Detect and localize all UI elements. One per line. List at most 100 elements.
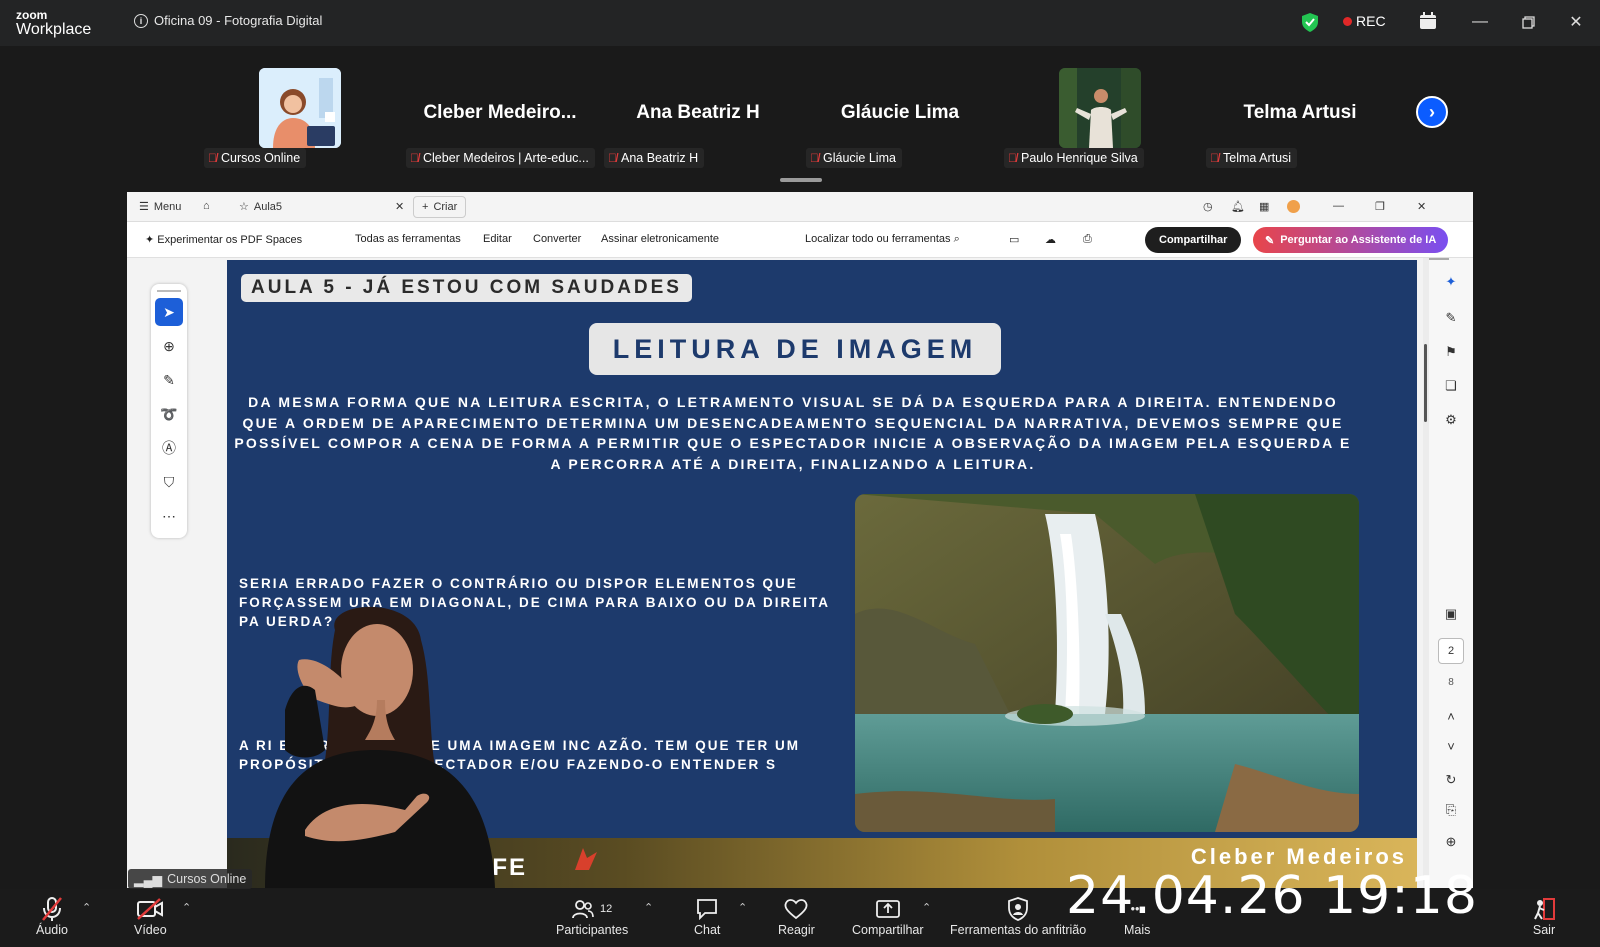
react-button[interactable]: Reagir (778, 895, 815, 937)
encryption-shield-icon[interactable] (1302, 13, 1318, 37)
try-pdf-spaces-button[interactable]: ✦ Experimentar os PDF Spaces (145, 233, 302, 246)
pages-icon[interactable]: ❏ (1439, 374, 1463, 398)
video-options-caret-icon[interactable]: ⌃ (182, 901, 191, 914)
bell-icon[interactable]: 🔔︎ (1231, 200, 1245, 213)
select-cursor-icon[interactable]: ➤ (155, 298, 183, 326)
ask-ai-button[interactable]: ✎ Perguntar ao Assistente de IA (1253, 227, 1449, 253)
search-icon: ⌕ (953, 233, 960, 245)
video-off-icon (136, 895, 164, 923)
close-tab-icon[interactable]: ✕ (395, 200, 404, 213)
gallery-resize-handle[interactable] (780, 178, 822, 182)
audio-label: Áudio (36, 923, 68, 937)
share-screen-button[interactable]: Compartilhar (852, 895, 924, 937)
participants-label: Participantes (556, 923, 629, 937)
draw-lasso-icon[interactable]: ➰ (155, 400, 183, 428)
title-bar: zoom Workplace i Oficina 09 - Fotografia… (0, 0, 1600, 46)
attach-icon[interactable]: ⚙ (1439, 408, 1463, 432)
participant-tile[interactable]: Ana Beatriz H 🎙̸ Ana Beatriz H (600, 68, 796, 168)
share-owner-name: Cursos Online (167, 872, 247, 886)
new-tab-button[interactable]: + Criar (413, 196, 467, 218)
calendar-icon[interactable] (1419, 12, 1437, 30)
page-number-field[interactable]: 2 (1438, 638, 1464, 664)
cloud-upload-icon[interactable]: ☁ (1045, 233, 1056, 246)
participants-options-caret-icon[interactable]: ⌃ (644, 901, 653, 914)
search-input[interactable]: Localizar todo ou ferramentas (805, 233, 951, 245)
participants-count: 12 (600, 903, 613, 915)
tool-esign[interactable]: Assinar eletronicamente (601, 233, 719, 245)
close-icon[interactable]: ✕ (1564, 10, 1588, 34)
participant-name: Ana Beatriz H (621, 151, 699, 165)
lesson-tag: AULA 5 - JÁ ESTOU COM SAUDADES (241, 274, 692, 302)
pdf-toolbar: ✦ Experimentar os PDF Spaces Todas as fe… (127, 222, 1473, 258)
video-label: Vídeo (134, 923, 167, 937)
chat-options-caret-icon[interactable]: ⌃ (738, 901, 747, 914)
participant-label: 🎙̸ Ana Beatriz H (604, 148, 705, 168)
tool-convert[interactable]: Converter (533, 233, 581, 245)
save-copy-icon[interactable]: ⎘ (1439, 798, 1463, 822)
slide-paragraph: DA MESMA FORMA QUE NA LEITURA ESCRITA, O… (234, 394, 1352, 472)
screen-share-owner-label: ▂▄▆ Cursos Online (128, 869, 253, 889)
leave-label: Sair (1532, 923, 1556, 937)
next-page-button[interactable]: › (1416, 96, 1448, 128)
participant-tile[interactable]: Telma Artusi 🎙̸ Telma Artusi (1202, 68, 1398, 168)
recording-indicator[interactable]: REC (1343, 13, 1386, 29)
leave-door-icon (1532, 895, 1556, 923)
user-avatar[interactable] (1287, 200, 1300, 213)
info-icon[interactable]: i (134, 13, 148, 28)
print-icon[interactable]: ⎙ (1083, 233, 1092, 246)
zoom-comment-icon[interactable]: ⊕ (155, 332, 183, 360)
page-up-icon[interactable]: ˄ (1439, 704, 1463, 728)
home-icon[interactable]: ⌂ (203, 200, 210, 212)
participant-tile[interactable]: Cleber Medeiro... 🎙̸ Cleber Medeiros | A… (402, 68, 598, 168)
more-tools-icon[interactable]: ⋯ (155, 502, 183, 530)
bookmark-icon[interactable]: ⚑ (1439, 340, 1463, 364)
participant-tile[interactable]: Gláucie Lima 🎙̸ Gláucie Lima (802, 68, 998, 168)
pdf-menu-button[interactable]: ☰ Menu (139, 200, 181, 214)
zoom-in-icon[interactable]: ⊕ (1439, 830, 1463, 854)
participant-name: Paulo Henrique Silva (1021, 151, 1138, 165)
clock-icon[interactable]: ◷ (1203, 200, 1213, 213)
audio-options-caret-icon[interactable]: ⌃ (82, 901, 91, 914)
chat-bubble-icon (695, 895, 719, 923)
page-thumb-icon[interactable]: ▣ (1439, 602, 1463, 626)
comment-icon[interactable]: ✎ (1439, 306, 1463, 330)
text-box-icon[interactable]: Ⓐ (155, 434, 183, 462)
leave-button[interactable]: Sair (1532, 895, 1556, 937)
stamp-icon[interactable]: ⛉ (155, 468, 183, 496)
meeting-info[interactable]: i Oficina 09 - Fotografia Digital (134, 13, 322, 28)
restore-icon[interactable] (1516, 10, 1540, 34)
audio-button[interactable]: Áudio (36, 895, 68, 937)
pdf-right-sidebar: ✦ ✎ ⚑ ❏ ⚙ ▣ 2 8 ˄ ˅ ↻ ⎘ ⊕ (1429, 258, 1473, 888)
pdf-close-icon[interactable]: ✕ (1417, 200, 1426, 213)
participant-tile[interactable]: 🎙̸ Cursos Online (202, 68, 398, 168)
participants-button[interactable]: 12 Participantes (556, 895, 628, 937)
rec-label: REC (1356, 13, 1386, 29)
pdf-restore-icon[interactable]: ❐ (1375, 200, 1385, 213)
heart-icon (783, 895, 809, 923)
page-down-icon[interactable]: ˅ (1439, 734, 1463, 758)
ai-assistant-icon[interactable]: ✦ (1439, 270, 1463, 294)
tools-drag-handle[interactable] (157, 290, 181, 292)
chat-button[interactable]: Chat (694, 895, 720, 937)
pdf-search[interactable]: Localizar todo ou ferramentas ⌕ (805, 233, 960, 246)
pdf-minimize-icon[interactable]: — (1333, 200, 1344, 212)
minimize-icon[interactable]: — (1468, 10, 1492, 34)
pdf-app-tabbar: ☰ Menu ⌂ ☆ Aula5 ✕ + Criar ◷ 🔔︎ ▦ — ❐ ✕ (127, 192, 1473, 222)
participant-display-name: Ana Beatriz H (636, 102, 760, 123)
video-button[interactable]: Vídeo (134, 895, 167, 937)
share-options-caret-icon[interactable]: ⌃ (922, 901, 931, 914)
pdf-share-button[interactable]: Compartilhar (1145, 227, 1242, 253)
mic-muted-icon (41, 895, 63, 923)
refresh-icon[interactable]: ↻ (1439, 768, 1463, 792)
participant-tile[interactable]: 🎙̸ Paulo Henrique Silva (1002, 68, 1198, 168)
pdf-document-tab[interactable]: ☆ Aula5 (239, 200, 282, 214)
tool-all-tools[interactable]: Todas as ferramentas (355, 233, 461, 245)
chat-label: Chat (694, 923, 721, 937)
tool-edit[interactable]: Editar (483, 233, 512, 245)
apps-grid-icon[interactable]: ▦ (1259, 200, 1269, 213)
react-label: Reagir (778, 923, 815, 937)
save-icon[interactable]: ▭ (1009, 233, 1019, 246)
highlight-pen-icon[interactable]: ✎ (155, 366, 183, 394)
pdf-scroll-thumb[interactable] (1424, 344, 1427, 422)
sparkle-icon: ✦ (145, 234, 158, 246)
